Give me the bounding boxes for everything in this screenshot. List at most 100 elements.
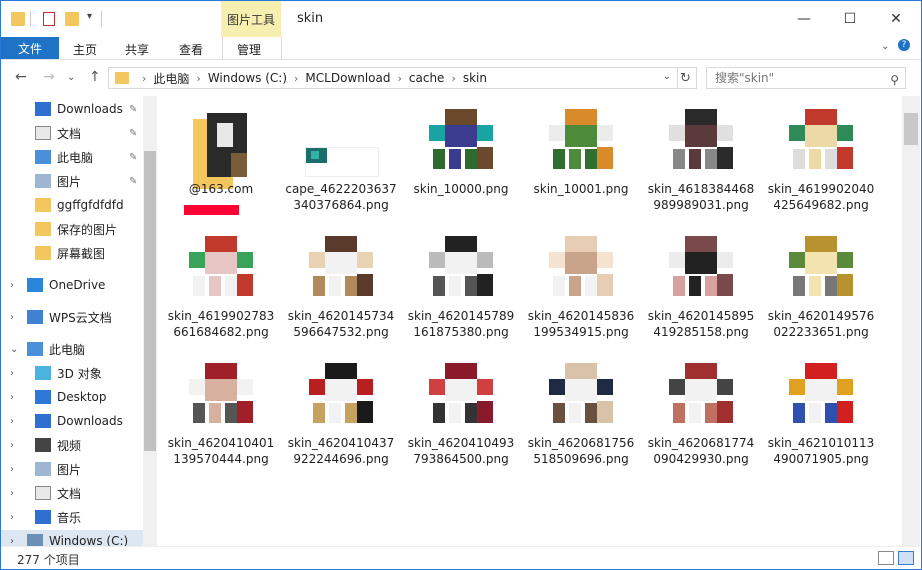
- file-name: skin_4620145836199534915.png: [527, 309, 635, 339]
- download-arrow-icon: [35, 414, 51, 428]
- tab-manage[interactable]: 管理: [222, 37, 282, 59]
- chevron-right-icon[interactable]: ›: [10, 312, 14, 323]
- breadcrumb-cache[interactable]: cache: [409, 71, 445, 85]
- chevron-right-icon[interactable]: ›: [10, 368, 14, 379]
- chevron-right-icon[interactable]: ›: [10, 512, 14, 523]
- nav-scrollbar-thumb[interactable]: [144, 151, 156, 451]
- nav-item[interactable]: › 音乐: [1, 506, 143, 528]
- nav-item[interactable]: › 3D 对象: [1, 362, 143, 384]
- file-tile[interactable]: skin_4621010113490071905.png: [765, 355, 877, 481]
- nav-item-label: Desktop: [57, 390, 107, 404]
- file-name: skin_4619902040425649682.png: [767, 182, 875, 212]
- folder-icon[interactable]: [11, 12, 25, 26]
- help-icon[interactable]: ?: [898, 39, 910, 51]
- nav-item-label: 屏幕截图: [57, 246, 106, 261]
- up-icon[interactable]: ↑: [89, 69, 101, 85]
- nav-item[interactable]: 保存的图片: [1, 218, 143, 240]
- nav-item[interactable]: 图片 ✎: [1, 170, 143, 192]
- properties-icon[interactable]: [43, 12, 55, 26]
- item-count: 277 个项目: [17, 553, 80, 567]
- refresh-button[interactable]: ↻: [675, 67, 697, 89]
- minimize-button[interactable]: —: [781, 1, 827, 37]
- nav-item[interactable]: 屏幕截图: [1, 242, 143, 264]
- file-tile[interactable]: skin_4620149576022233651.png: [765, 228, 877, 354]
- file-tile[interactable]: skin_4620410401139570444.png: [165, 355, 277, 481]
- pin-icon: ✎: [129, 151, 138, 163]
- file-tile[interactable]: skin_4620145895419285158.png: [645, 228, 757, 354]
- tab-share[interactable]: 共享: [125, 41, 149, 58]
- search-input[interactable]: 搜索"skin" ⚲: [706, 67, 906, 89]
- computer-icon: [35, 150, 51, 164]
- maximize-button[interactable]: ☐: [827, 1, 873, 37]
- pin-icon: ✎: [129, 175, 138, 187]
- file-tile[interactable]: skin_4618384468989989031.png: [645, 101, 757, 227]
- nav-item[interactable]: › 文档: [1, 482, 143, 504]
- breadcrumb-mcldownload[interactable]: MCLDownload: [305, 71, 390, 85]
- chevron-right-icon[interactable]: ›: [10, 440, 14, 451]
- tab-file[interactable]: 文件: [1, 37, 59, 59]
- nav-item[interactable]: 文档 ✎: [1, 122, 143, 144]
- customize-quick-access-icon[interactable]: ▾: [87, 11, 92, 22]
- nav-item[interactable]: › 图片: [1, 458, 143, 480]
- nav-item[interactable]: › Desktop: [1, 386, 143, 408]
- breadcrumb-skin[interactable]: skin: [463, 71, 487, 85]
- chevron-right-icon[interactable]: ›: [10, 536, 14, 547]
- chevron-right-icon[interactable]: ›: [10, 416, 14, 427]
- nav-item[interactable]: 此电脑 ✎: [1, 146, 143, 168]
- chevron-right-icon[interactable]: ›: [10, 464, 14, 475]
- details-view-icon[interactable]: [878, 551, 894, 565]
- file-tile[interactable]: skin_4620145734596647532.png: [285, 228, 397, 354]
- expand-ribbon-icon[interactable]: ⌄: [881, 41, 889, 52]
- file-tile[interactable]: skin_4620681756518509696.png: [525, 355, 637, 481]
- navigation-pane: Downloads ✎ 文档 ✎ 此电脑 ✎ 图片 ✎ ggffgfdfdfd 保存的图片 屏幕截图…: [1, 96, 157, 546]
- new-folder-icon[interactable]: [65, 12, 79, 26]
- chevron-right-icon[interactable]: ›: [10, 280, 14, 291]
- content-scrollbar-thumb[interactable]: [904, 113, 918, 145]
- chevron-down-icon[interactable]: ⌄: [10, 344, 18, 355]
- nav-item-label: 此电脑: [49, 342, 86, 357]
- nav-item-label: Downloads: [57, 102, 123, 116]
- recent-locations-icon[interactable]: ⌄: [67, 72, 75, 83]
- breadcrumb-windows-c[interactable]: Windows (C:): [208, 71, 287, 85]
- file-tile[interactable]: cape_4622203637340376864.png: [285, 101, 397, 227]
- address-bar[interactable]: › 此电脑 › Windows (C:) › MCLDownload › cac…: [108, 67, 678, 89]
- file-tile[interactable]: skin_4620145789161875380.png: [405, 228, 517, 354]
- content-scrollbar[interactable]: [902, 96, 920, 546]
- nav-item[interactable]: › Windows (C:): [1, 530, 143, 546]
- nav-item[interactable]: ggffgfdfdfd: [1, 194, 143, 216]
- nav-item-label: 文档: [57, 126, 82, 141]
- close-button[interactable]: ✕: [873, 1, 919, 37]
- file-tile[interactable]: skin_10001.png: [525, 101, 637, 227]
- nav-item[interactable]: › OneDrive: [1, 274, 143, 296]
- back-icon[interactable]: ←: [15, 69, 27, 85]
- nav-item[interactable]: ⌄ 此电脑: [1, 338, 143, 360]
- file-name: skin_4618384468989989031.png: [647, 182, 755, 212]
- forward-icon[interactable]: →: [43, 69, 55, 85]
- tab-view[interactable]: 查看: [179, 41, 203, 58]
- chevron-right-icon[interactable]: ›: [10, 392, 14, 403]
- image-thumbnail: [309, 363, 373, 427]
- large-icons-view-icon[interactable]: [898, 551, 914, 565]
- breadcrumb-this-pc[interactable]: 此电脑: [153, 70, 189, 87]
- nav-item-label: Windows (C:): [49, 534, 129, 546]
- music-icon: [35, 510, 51, 524]
- image-thumbnail: [429, 109, 493, 173]
- nav-item[interactable]: › 视频: [1, 434, 143, 456]
- folder-thumbnail: [193, 113, 257, 189]
- address-dropdown-icon[interactable]: ⌄: [663, 71, 671, 82]
- document-icon: [35, 126, 51, 140]
- status-bar: 277 个项目: [1, 546, 921, 569]
- chevron-right-icon[interactable]: ›: [10, 488, 14, 499]
- file-tile[interactable]: skin_4620145836199534915.png: [525, 228, 637, 354]
- file-tile[interactable]: skin_4619902040425649682.png: [765, 101, 877, 227]
- nav-item[interactable]: › WPS云文档: [1, 306, 143, 328]
- file-tile[interactable]: skin_4620410437922244696.png: [285, 355, 397, 481]
- file-tile[interactable]: skin_4620410493793864500.png: [405, 355, 517, 481]
- nav-item[interactable]: Downloads ✎: [1, 98, 143, 120]
- nav-item[interactable]: › Downloads: [1, 410, 143, 432]
- nav-item-label: ggffgfdfdfd: [57, 198, 124, 212]
- file-tile[interactable]: skin_4620681774090429930.png: [645, 355, 757, 481]
- file-tile[interactable]: skin_10000.png: [405, 101, 517, 227]
- file-tile[interactable]: skin_4619902783661684682.png: [165, 228, 277, 354]
- tab-home[interactable]: 主页: [73, 41, 97, 58]
